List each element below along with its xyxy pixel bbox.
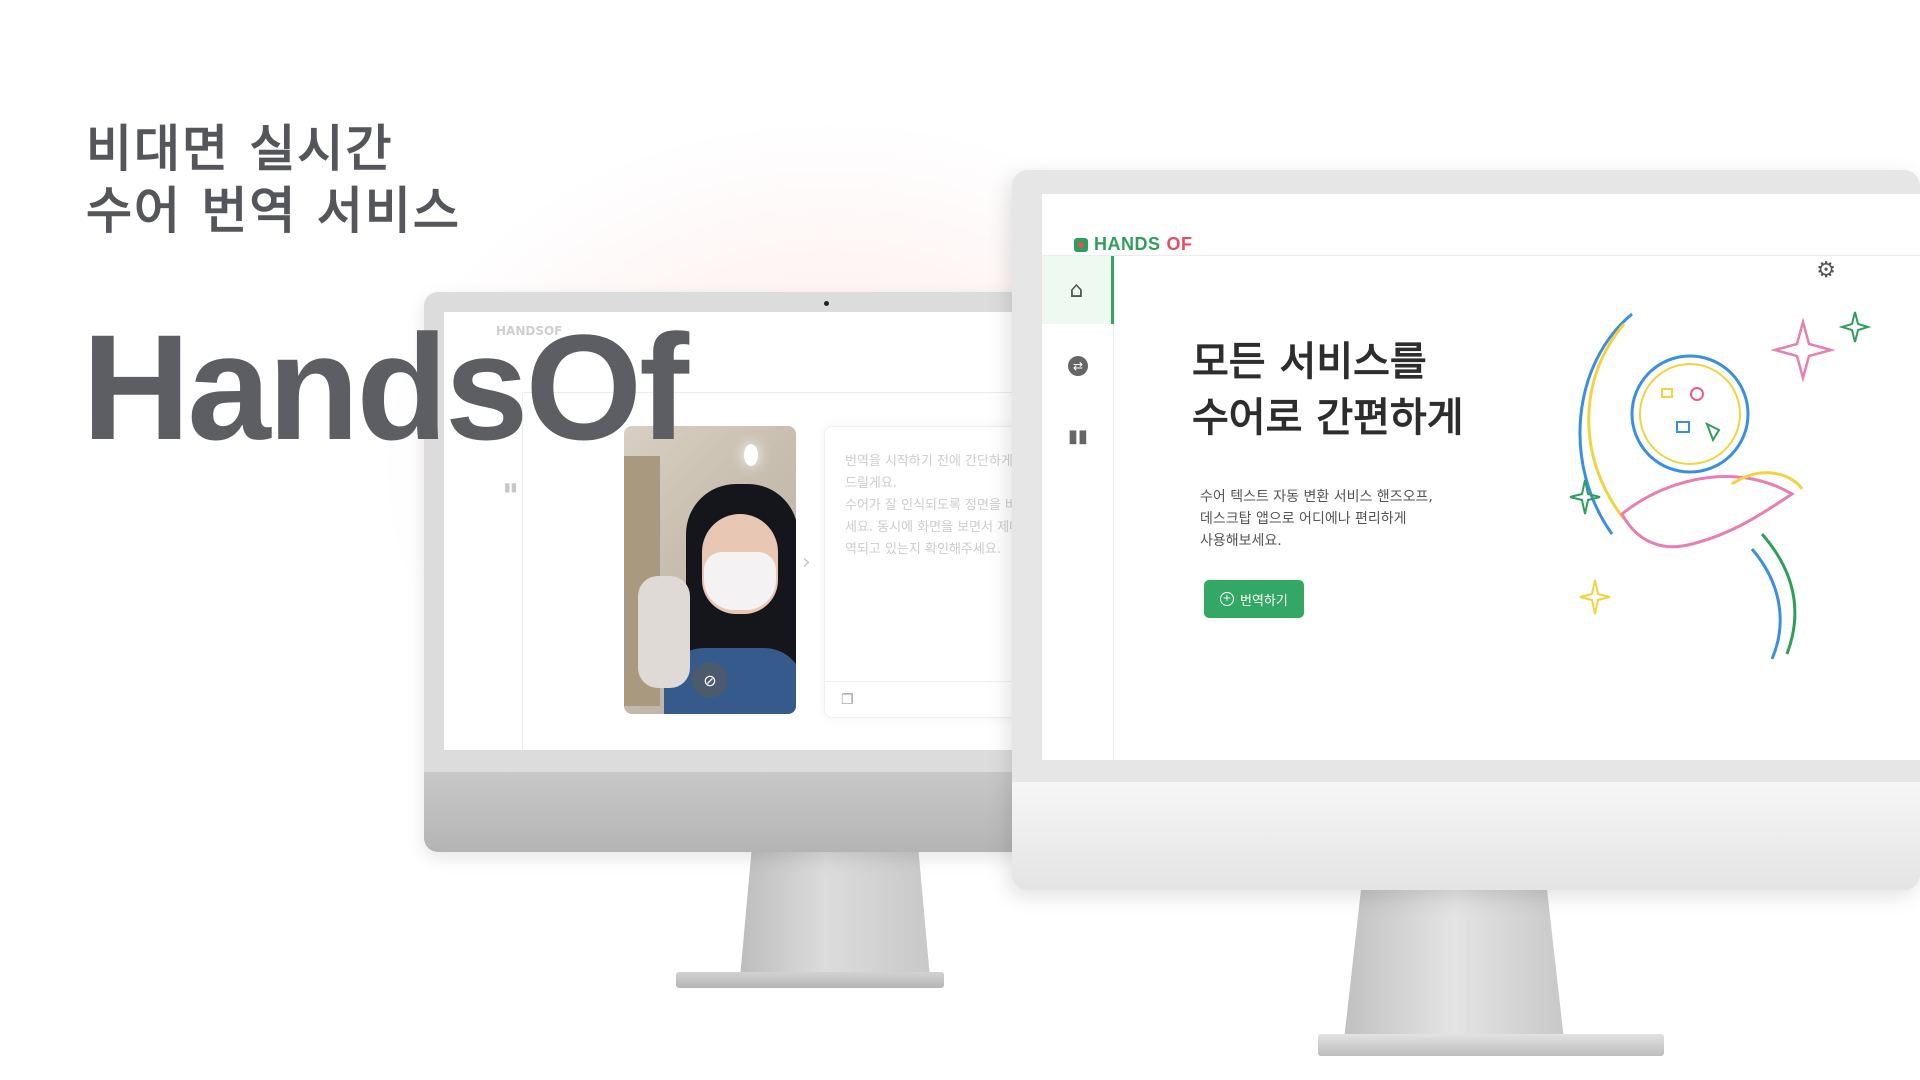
webcam-person-mask	[704, 552, 776, 610]
back-monitor-stand	[740, 852, 930, 978]
app-logo[interactable]: HANDS OF	[1074, 234, 1193, 255]
headline-line-2: 수어 번역 서비스	[86, 182, 461, 240]
logo-mark-icon	[1074, 237, 1088, 252]
home-icon: ⌂	[1069, 277, 1084, 303]
illu-globe-inner	[1639, 363, 1741, 465]
app-header: HANDS OF ⚙	[1042, 194, 1920, 283]
illu-shape	[1705, 421, 1721, 443]
illu-shape	[1690, 387, 1704, 401]
illu-shape	[1661, 388, 1673, 398]
sidebar-item-translate[interactable]: ⇄	[1042, 332, 1114, 400]
translate-button[interactable]: + 번역하기	[1204, 580, 1304, 618]
brand-title: HandsOf	[82, 303, 689, 471]
app-sidebar: ⌂ ⇄ ▮▮	[1042, 256, 1114, 760]
astronaut-hand-illustration	[1569, 311, 1872, 660]
sidebar-item-home[interactable]: ⌂	[1042, 256, 1114, 324]
back-monitor-chin	[424, 772, 1084, 852]
camera-off-icon[interactable]: ⊘	[692, 662, 728, 698]
illu-sparkle-green	[1838, 311, 1872, 343]
back-monitor-camera	[824, 301, 829, 306]
illu-trail-blue	[1750, 548, 1782, 660]
webcam-background-lamp	[744, 444, 758, 466]
headline-line-1: 비대면 실시간	[86, 120, 394, 178]
plus-icon: +	[1220, 592, 1234, 606]
bar-chart-icon[interactable]: ▮▮	[504, 480, 517, 494]
front-monitor-stand	[1344, 884, 1564, 1040]
gear-icon[interactable]: ⚙	[1816, 258, 1836, 283]
illu-moon-arc-yellow	[1587, 323, 1626, 520]
hero-title-line-2: 수어로 간편하게	[1192, 395, 1464, 441]
hero-title: 모든 서비스를 수어로 간편하게	[1192, 334, 1464, 446]
illu-globe	[1630, 354, 1750, 474]
logo-text-hands: HANDS	[1094, 234, 1161, 254]
sidebar-item-stats[interactable]: ▮▮	[1042, 402, 1114, 470]
illu-shape	[1676, 421, 1690, 433]
bar-chart-icon: ▮▮	[1068, 425, 1088, 447]
front-monitor: HANDS OF ⚙ ⌂ ⇄ ▮▮ 모든 서비스를 수어로 간편하게 수어 텍스트…	[1012, 170, 1920, 890]
logo-text-of: OF	[1166, 234, 1193, 254]
front-monitor-base	[1318, 1034, 1664, 1056]
illu-finger	[1731, 471, 1804, 490]
hero-desc-line-3: 사용해보세요.	[1200, 533, 1282, 549]
headline: 비대면 실시간 수어 번역 서비스	[86, 118, 461, 242]
swap-icon: ⇄	[1068, 356, 1088, 376]
illu-sparkle-yellow	[1579, 579, 1611, 615]
front-monitor-screen: HANDS OF ⚙ ⌂ ⇄ ▮▮ 모든 서비스를 수어로 간편하게 수어 텍스트…	[1042, 194, 1920, 760]
copy-icon[interactable]: ❐	[841, 692, 854, 708]
hero-desc-line-2: 데스크탑 앱으로 어디에나 편리하게	[1200, 511, 1407, 527]
hero-title-line-1: 모든 서비스를	[1192, 339, 1427, 385]
back-monitor-base	[676, 972, 944, 988]
illu-hand	[1620, 475, 1795, 549]
translate-button-label: 번역하기	[1240, 593, 1288, 609]
hero-description: 수어 텍스트 자동 변환 서비스 핸즈오프, 데스크탑 앱으로 어디에나 편리하…	[1200, 486, 1433, 552]
webcam-person-hand	[638, 576, 690, 688]
hero-desc-line-1: 수어 텍스트 자동 변환 서비스 핸즈오프,	[1200, 489, 1433, 505]
front-monitor-chin	[1012, 782, 1920, 890]
illu-sparkle-pink	[1770, 317, 1836, 383]
chevron-right-icon[interactable]: ›	[802, 550, 811, 575]
